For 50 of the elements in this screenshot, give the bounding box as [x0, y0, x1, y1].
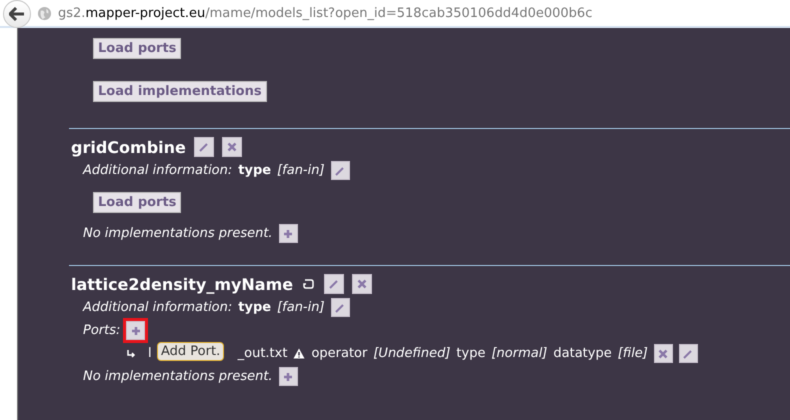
address-field[interactable]: gs2.mapper-project.eu/mame/models_list?open_id=518cab350106dd4d0e000b6c — [58, 6, 592, 20]
port-name: _out.txt — [238, 346, 288, 361]
field-key: datatype — [553, 346, 612, 361]
load-button[interactable]: Load ports — [93, 38, 182, 59]
port-name: l — [148, 346, 152, 361]
add-button[interactable] — [278, 224, 298, 243]
plus-icon — [283, 228, 294, 238]
edit-button[interactable] — [678, 344, 698, 363]
delete-button[interactable] — [654, 344, 673, 363]
delete-button[interactable] — [222, 137, 242, 157]
plus-icon — [130, 326, 141, 336]
model-name: lattice2density_myName — [71, 274, 294, 294]
add-port-button[interactable] — [126, 321, 146, 340]
pencil-icon — [198, 142, 209, 152]
info-label: Additional information: — [83, 163, 232, 178]
load-button[interactable]: Load ports — [93, 192, 182, 212]
pencil-icon — [335, 166, 346, 176]
model-name: gridCombine — [71, 138, 186, 156]
edit-button[interactable] — [324, 274, 344, 294]
info-value: [fan-in] — [277, 163, 325, 178]
info-label: Additional information: — [83, 300, 232, 315]
back-arrow-icon — [9, 7, 25, 21]
pencil-icon — [335, 302, 346, 312]
empty-message: No implementations present. — [83, 226, 273, 241]
edit-button[interactable] — [330, 298, 350, 317]
info-key: type — [238, 300, 272, 315]
plus-icon — [283, 372, 294, 382]
info-key: type — [238, 163, 272, 178]
empty-message: No implementations present. — [83, 369, 273, 384]
close-icon — [226, 142, 237, 152]
info-value: [fan-in] — [277, 300, 325, 315]
pencil-icon — [329, 279, 340, 289]
edit-button[interactable] — [330, 161, 350, 180]
field-key: operator — [311, 346, 368, 361]
ports-label: Ports: — [83, 323, 120, 338]
back-button[interactable] — [3, 0, 31, 28]
close-icon — [658, 348, 668, 358]
delete-button[interactable] — [352, 274, 372, 294]
field-value: [file] — [618, 346, 648, 361]
globe-icon — [37, 6, 52, 20]
pencil-icon — [683, 348, 694, 358]
close-icon — [357, 279, 368, 289]
tooltip: Add Port. — [157, 342, 224, 361]
sub-arrow-icon — [126, 348, 136, 358]
field-key: type — [456, 346, 486, 361]
add-button[interactable] — [278, 367, 298, 386]
field-value: [normal] — [491, 346, 548, 361]
edit-button[interactable] — [194, 137, 214, 157]
load-button[interactable]: Load implementations — [93, 81, 267, 102]
field-value: [Undefined] — [373, 346, 450, 361]
